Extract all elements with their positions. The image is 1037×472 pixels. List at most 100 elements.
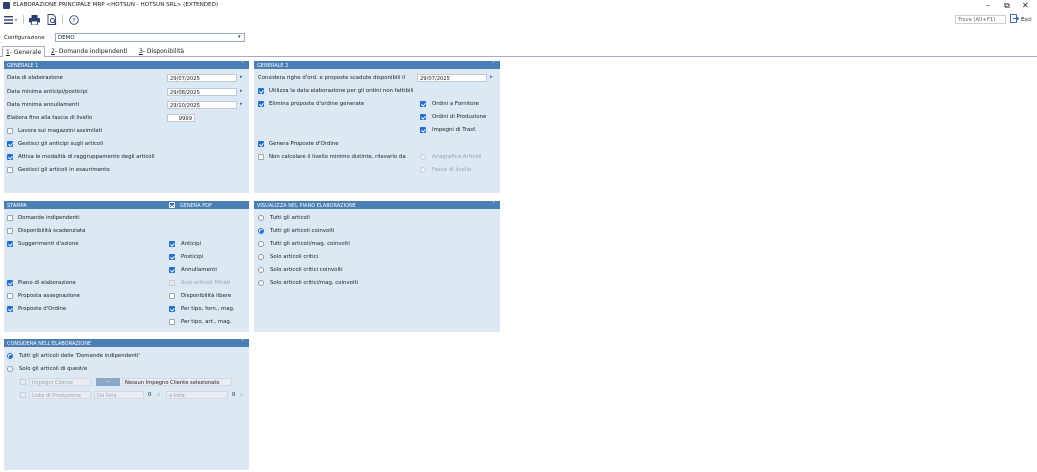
disponibilita-libere-checkbox[interactable] (169, 293, 175, 299)
checkbox-label: Anticipi (181, 241, 202, 247)
impegni-trasf-checkbox[interactable] (420, 127, 426, 133)
raggruppamento-checkbox[interactable] (7, 154, 13, 160)
tab-disponibilita[interactable]: 3- Disponibilità (136, 46, 187, 57)
chevron-right-icon[interactable]: ▸ (240, 88, 246, 96)
panel-header: VISUALIZZA NEL PIANO ELABORAZIONE ˄ (254, 201, 500, 209)
select-impegni-button[interactable]: ... (96, 378, 120, 386)
menu-icon[interactable] (3, 14, 14, 25)
ordini-produzione-checkbox[interactable] (420, 114, 426, 120)
gestisci-anticipi-checkbox[interactable] (7, 141, 13, 147)
solo-filtrati-checkbox[interactable] (169, 280, 175, 286)
liste-produzione-checkbox[interactable] (20, 392, 26, 398)
data-annullamenti-field[interactable]: 29/10/2025 (167, 101, 237, 109)
per-tipo-forn-checkbox[interactable] (169, 306, 175, 312)
disponibilita-scadenziata-checkbox[interactable] (7, 228, 13, 234)
chevron-up-icon[interactable]: ˄ (241, 61, 244, 68)
toolbar-separator (23, 15, 24, 24)
data-anticipi-label: Data minima anticipi/posticipi (7, 89, 88, 95)
fascia-field[interactable]: 9999 (167, 114, 195, 122)
radio-critici-coinvolti[interactable] (258, 267, 264, 273)
radio-solo-questi[interactable] (7, 366, 13, 372)
restore-button[interactable]: ⧉ (1004, 1, 1010, 11)
radio-solo-critici[interactable] (258, 254, 264, 260)
print-icon[interactable] (29, 14, 40, 25)
checkbox-label: Ordini a Fornitore (432, 101, 479, 107)
anticipi-checkbox[interactable] (169, 241, 175, 247)
checkbox-label: Disponibilità libere (181, 293, 232, 299)
chevron-up-icon[interactable]: ˄ (492, 61, 495, 68)
data-elaborazione-label: Data di elaborazione (7, 75, 63, 81)
piano-elaborazione-checkbox[interactable] (7, 280, 13, 286)
tab-label: - Domande indipendenti (54, 48, 128, 55)
chevron-right-icon[interactable]: ▸ (240, 101, 246, 109)
checkbox-label: Gestisci gli articoli in esaurimento (18, 167, 110, 173)
elimina-proposte-checkbox[interactable] (258, 101, 264, 107)
non-calcolare-checkbox[interactable] (258, 154, 264, 160)
checkbox-label: Piano di elaborazione (18, 280, 76, 286)
radio-label: Fasce di livello (432, 167, 472, 173)
config-select[interactable]: DEMO (55, 33, 245, 42)
annullamenti-checkbox[interactable] (169, 267, 175, 273)
radio-tutti-coinvolti[interactable] (258, 228, 264, 234)
nessun-impegno-field: Nessun Impegno Cliente selezionato (122, 378, 232, 386)
a-lista-value: 0 (232, 392, 236, 398)
minimize-button[interactable]: – (986, 1, 990, 10)
toolbar-separator (62, 15, 63, 24)
checkbox-label: Annullamenti (181, 267, 217, 273)
close-button[interactable]: ✕ (1022, 1, 1029, 10)
checkbox-label: Per tipo, art., mag. (181, 319, 232, 325)
posticipi-checkbox[interactable] (169, 254, 175, 260)
panel-title: GENERALE 1 (7, 62, 39, 69)
chevron-up-icon[interactable]: ˄ (241, 339, 244, 346)
domande-indipendenti-checkbox[interactable] (7, 215, 13, 221)
app-icon (3, 2, 10, 9)
config-label: Configurazione (4, 35, 45, 41)
radio-tutti-domande[interactable] (7, 353, 13, 359)
proposte-ordine-checkbox[interactable] (7, 306, 13, 312)
checkbox-label: Genera Proposte d'Ordine (269, 141, 339, 147)
da-lista-field[interactable]: Da lista (94, 391, 144, 399)
search-icon[interactable]: ⌕ (157, 391, 160, 399)
chevron-up-icon[interactable]: ˄ (492, 201, 495, 208)
radio-tutti-mag-coinvolti[interactable] (258, 241, 264, 247)
chevron-right-icon[interactable]: ▸ (240, 74, 246, 82)
exit-label: Esci (1021, 16, 1032, 23)
checkbox-label: Non calcolare il livello minimo distinte… (269, 154, 406, 160)
svg-text:?: ? (72, 16, 75, 24)
genera-pdf-checkbox[interactable] (169, 202, 175, 208)
utilizza-data-checkbox[interactable] (258, 88, 264, 94)
lavora-magazzini-checkbox[interactable] (7, 128, 13, 134)
chevron-down-icon[interactable]: ▾ (238, 34, 245, 41)
data-elaborazione-field[interactable]: 29/07/2025 (167, 74, 237, 82)
find-button[interactable]: Trova (Alt+F1) (955, 15, 1006, 24)
impegni-cliente-checkbox[interactable] (20, 379, 26, 385)
per-tipo-art-checkbox[interactable] (169, 319, 175, 325)
panel-header: STAMPA (4, 201, 249, 209)
radio-critici-mag-coinvolti[interactable] (258, 280, 264, 286)
a-lista-field[interactable]: a lista (166, 391, 228, 399)
tab-generale[interactable]: 1- Generale (2, 46, 46, 57)
fasce-radio[interactable] (420, 167, 426, 173)
tab-label: - Generale (9, 49, 42, 56)
search-icon[interactable]: ⌕ (240, 391, 243, 399)
checkbox-label: Gestisci gli anticipi sugli articoli (18, 141, 104, 147)
data-anticipi-field[interactable]: 29/08/2025 (167, 88, 237, 96)
exit-button[interactable]: Esci (1010, 14, 1036, 25)
chevron-right-icon[interactable]: ▸ (490, 74, 496, 82)
genera-proposte-checkbox[interactable] (258, 141, 264, 147)
checkbox-label: Utilizza la data elaborazione per gli or… (269, 88, 414, 94)
help-icon[interactable]: ? (68, 14, 79, 25)
print-preview-icon[interactable] (46, 14, 57, 25)
esaurimento-checkbox[interactable] (7, 167, 13, 173)
checkbox-label: Per tipo, forn., mag. (181, 306, 235, 312)
considera-date-field[interactable]: 29/07/2025 (417, 74, 487, 82)
menu-dropdown-icon[interactable]: ▾ (15, 17, 17, 22)
suggerimenti-checkbox[interactable] (7, 241, 13, 247)
checkbox-label: Posticipi (181, 254, 204, 260)
liste-produzione-field: Liste di Produzione (29, 391, 91, 399)
tab-domande-indipendenti[interactable]: 2- Domande indipendenti (48, 46, 131, 57)
radio-tutti-articoli[interactable] (258, 215, 264, 221)
proposta-assegnazione-checkbox[interactable] (7, 293, 13, 299)
ordini-fornitore-checkbox[interactable] (420, 101, 426, 107)
anagrafica-radio[interactable] (420, 154, 426, 160)
